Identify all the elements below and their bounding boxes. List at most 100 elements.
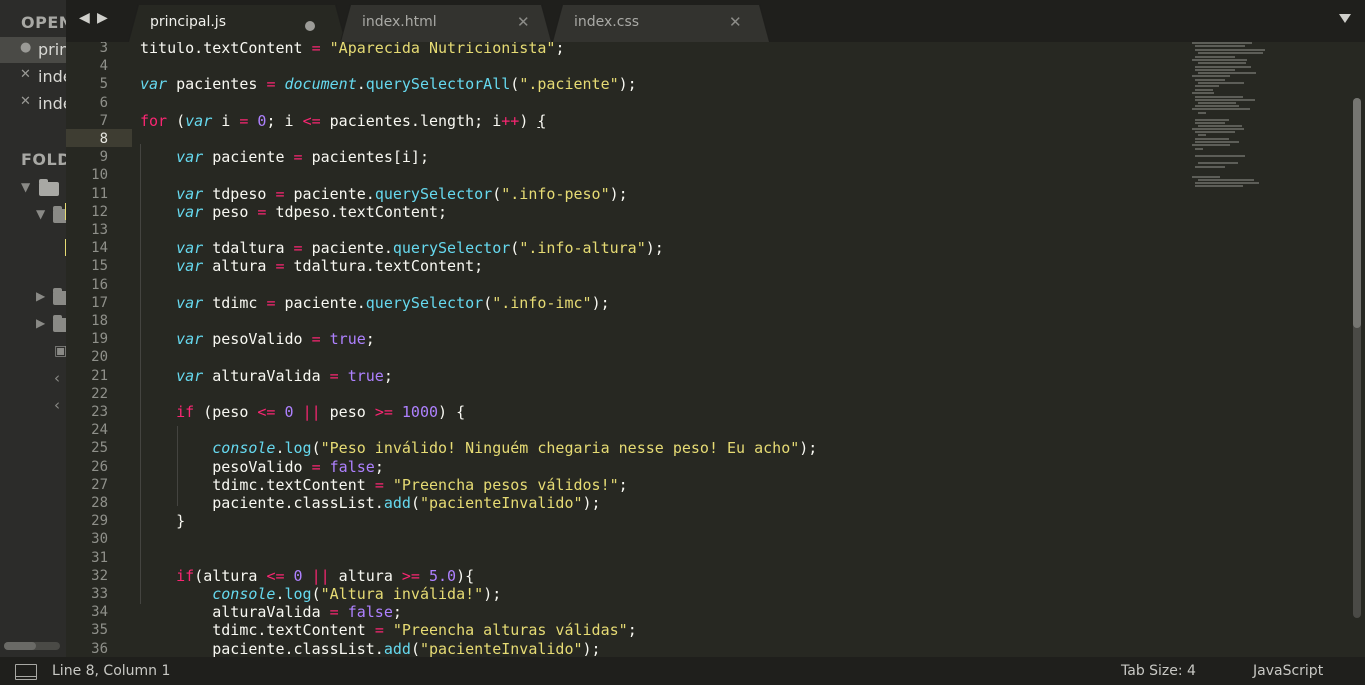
code-line[interactable]: var tdimc = paciente.querySelector(".inf… [140, 294, 610, 312]
minimap-line [1195, 166, 1225, 168]
tab-label: principal.js [150, 14, 226, 30]
line-number: 16 [91, 276, 108, 293]
code-line[interactable]: if(altura <= 0 || altura >= 5.0){ [140, 567, 474, 585]
code-line[interactable]: var pacientes = document.querySelectorAl… [140, 75, 637, 93]
tab-size[interactable]: Tab Size: 4 [1121, 663, 1196, 679]
chevron-down-icon[interactable]: ▼ [36, 207, 45, 221]
code-line[interactable]: var tdaltura = paciente.querySelector(".… [140, 239, 664, 257]
tab-index-html[interactable]: index.html ✕ [340, 4, 552, 42]
line-number-gutter: 3 4 5 6 7 8 9 10 11 12 13 14 15 16 17 18 19 20 21 22 23 24 25 2… [66, 42, 132, 657]
line-number: 3 [99, 42, 108, 56]
code-line[interactable]: console.log("Peso inválido! Ninguém cheg… [140, 439, 817, 457]
code-line[interactable]: var pesoValido = true; [140, 330, 375, 348]
minimap-line [1195, 185, 1243, 187]
code-line[interactable]: var tdpeso = paciente.querySelector(".in… [140, 185, 628, 203]
close-icon[interactable]: ✕ [20, 94, 31, 109]
code-line[interactable]: } [140, 512, 185, 530]
close-icon[interactable]: ✕ [729, 13, 742, 31]
chevron-right-icon[interactable]: ▶ [36, 316, 45, 330]
back-arrow-icon[interactable]: ◀ [79, 10, 90, 26]
sidebar-open-file-index-css[interactable]: ✕ index.css [0, 91, 66, 117]
chevron-right-icon[interactable]: ▶ [36, 289, 45, 303]
code-line[interactable]: titulo.textContent = "Aparecida Nutricio… [140, 42, 564, 57]
code-line[interactable]: paciente.classList.add("pacienteInvalido… [140, 494, 600, 512]
tab-principal-js[interactable]: principal.js [128, 4, 346, 42]
sidebar-open-file-principal[interactable]: ● principal.js [0, 37, 66, 63]
minimap-line [1195, 99, 1255, 101]
code-line[interactable]: alturaValida = false; [140, 603, 402, 621]
minimap-line [1195, 131, 1235, 133]
code-line[interactable]: for (var i = 0; i <= pacientes.length; i… [140, 112, 546, 130]
line-number: 11 [91, 185, 108, 202]
code-line[interactable]: var peso = tdpeso.textContent; [140, 203, 447, 221]
line-number: 24 [91, 422, 108, 439]
open-folder-icon[interactable] [39, 179, 59, 196]
minimap-line [1195, 182, 1259, 184]
minimap-line [1198, 162, 1238, 164]
minimap-line [1192, 59, 1247, 61]
minimap-line [1195, 69, 1235, 71]
code-line[interactable]: console.log("Altura inválida!"); [140, 585, 501, 603]
sidebar-open-file-index-html[interactable]: ✕ index.html [0, 64, 66, 90]
minimap-line [1195, 79, 1225, 81]
code-line[interactable]: paciente.classList.add("pacienteInvalido… [140, 640, 600, 657]
close-icon[interactable]: ✕ [517, 13, 530, 31]
minimap-line [1198, 112, 1206, 114]
minimap-line [1195, 66, 1251, 68]
code-line[interactable]: var alturaValida = true; [140, 367, 393, 385]
folder-icon[interactable] [53, 288, 66, 305]
minimap-line [1198, 72, 1256, 74]
minimap[interactable] [1192, 42, 1352, 202]
line-number: 36 [91, 640, 108, 657]
sidebar-file-label: index.html [38, 67, 66, 86]
line-number: 12 [91, 203, 108, 220]
minimap-line [1192, 108, 1250, 110]
code-line[interactable]: pesoValido = false; [140, 458, 384, 476]
tab-index-css[interactable]: index.css ✕ [552, 4, 770, 42]
modified-dot-icon[interactable]: ● [20, 40, 31, 55]
sidebar-horizontal-scrollbar[interactable] [4, 642, 60, 650]
line-number: 28 [91, 495, 108, 511]
line-number: 13 [91, 222, 108, 238]
code-file-icon[interactable]: ‹ [54, 369, 60, 387]
vertical-scrollbar[interactable] [1353, 98, 1361, 618]
close-icon[interactable]: ✕ [20, 67, 31, 82]
code-line[interactable]: if (peso <= 0 || peso >= 1000) { [140, 403, 465, 421]
code-line[interactable]: tdimc.textContent = "Preencha alturas vá… [140, 621, 636, 639]
code-file-icon[interactable]: ‹ [54, 396, 60, 414]
line-number: 14 [91, 240, 108, 257]
line-number: 34 [91, 604, 108, 621]
modified-dot-icon[interactable] [305, 21, 315, 31]
minimap-line [1192, 92, 1214, 94]
image-file-icon[interactable]: ▣ [54, 343, 66, 359]
minimap-line [1192, 42, 1252, 44]
chevron-down-icon[interactable]: ▼ [21, 180, 30, 194]
chevron-down-icon[interactable] [1339, 14, 1351, 23]
code-editor[interactable]: 3 4 5 6 7 8 9 10 11 12 13 14 15 16 17 18 19 20 21 22 23 24 25 2… [66, 42, 1365, 657]
minimap-line [1195, 138, 1229, 140]
line-number: 19 [91, 331, 108, 348]
line-number: 32 [91, 567, 108, 584]
code-line[interactable]: var altura = tdaltura.textContent; [140, 257, 483, 275]
status-bar: Line 8, Column 1 Tab Size: 4 JavaScript [0, 657, 1365, 685]
code-line[interactable]: var paciente = pacientes[i]; [140, 148, 429, 166]
line-number: 31 [91, 549, 108, 566]
minimap-line [1198, 102, 1236, 104]
sidebar-file-label: index.css [38, 94, 66, 113]
tab-label: index.css [574, 14, 640, 30]
open-files-header: OPEN FILES [21, 13, 66, 32]
minimap-line [1198, 52, 1263, 54]
cursor-position[interactable]: Line 8, Column 1 [52, 663, 170, 679]
minimap-line [1192, 75, 1230, 77]
minimap-line [1195, 89, 1213, 91]
code-line[interactable]: tdimc.textContent = "Preencha pesos váli… [140, 476, 627, 494]
line-number: 33 [91, 586, 108, 602]
forward-arrow-icon[interactable]: ▶ [97, 10, 108, 26]
panel-toggle-icon[interactable] [15, 664, 37, 680]
minimap-line [1195, 105, 1239, 107]
folder-icon[interactable] [53, 315, 66, 332]
line-number: 22 [91, 385, 108, 402]
minimap-line [1192, 176, 1220, 178]
syntax-mode[interactable]: JavaScript [1253, 663, 1323, 679]
minimap-line [1195, 155, 1245, 157]
